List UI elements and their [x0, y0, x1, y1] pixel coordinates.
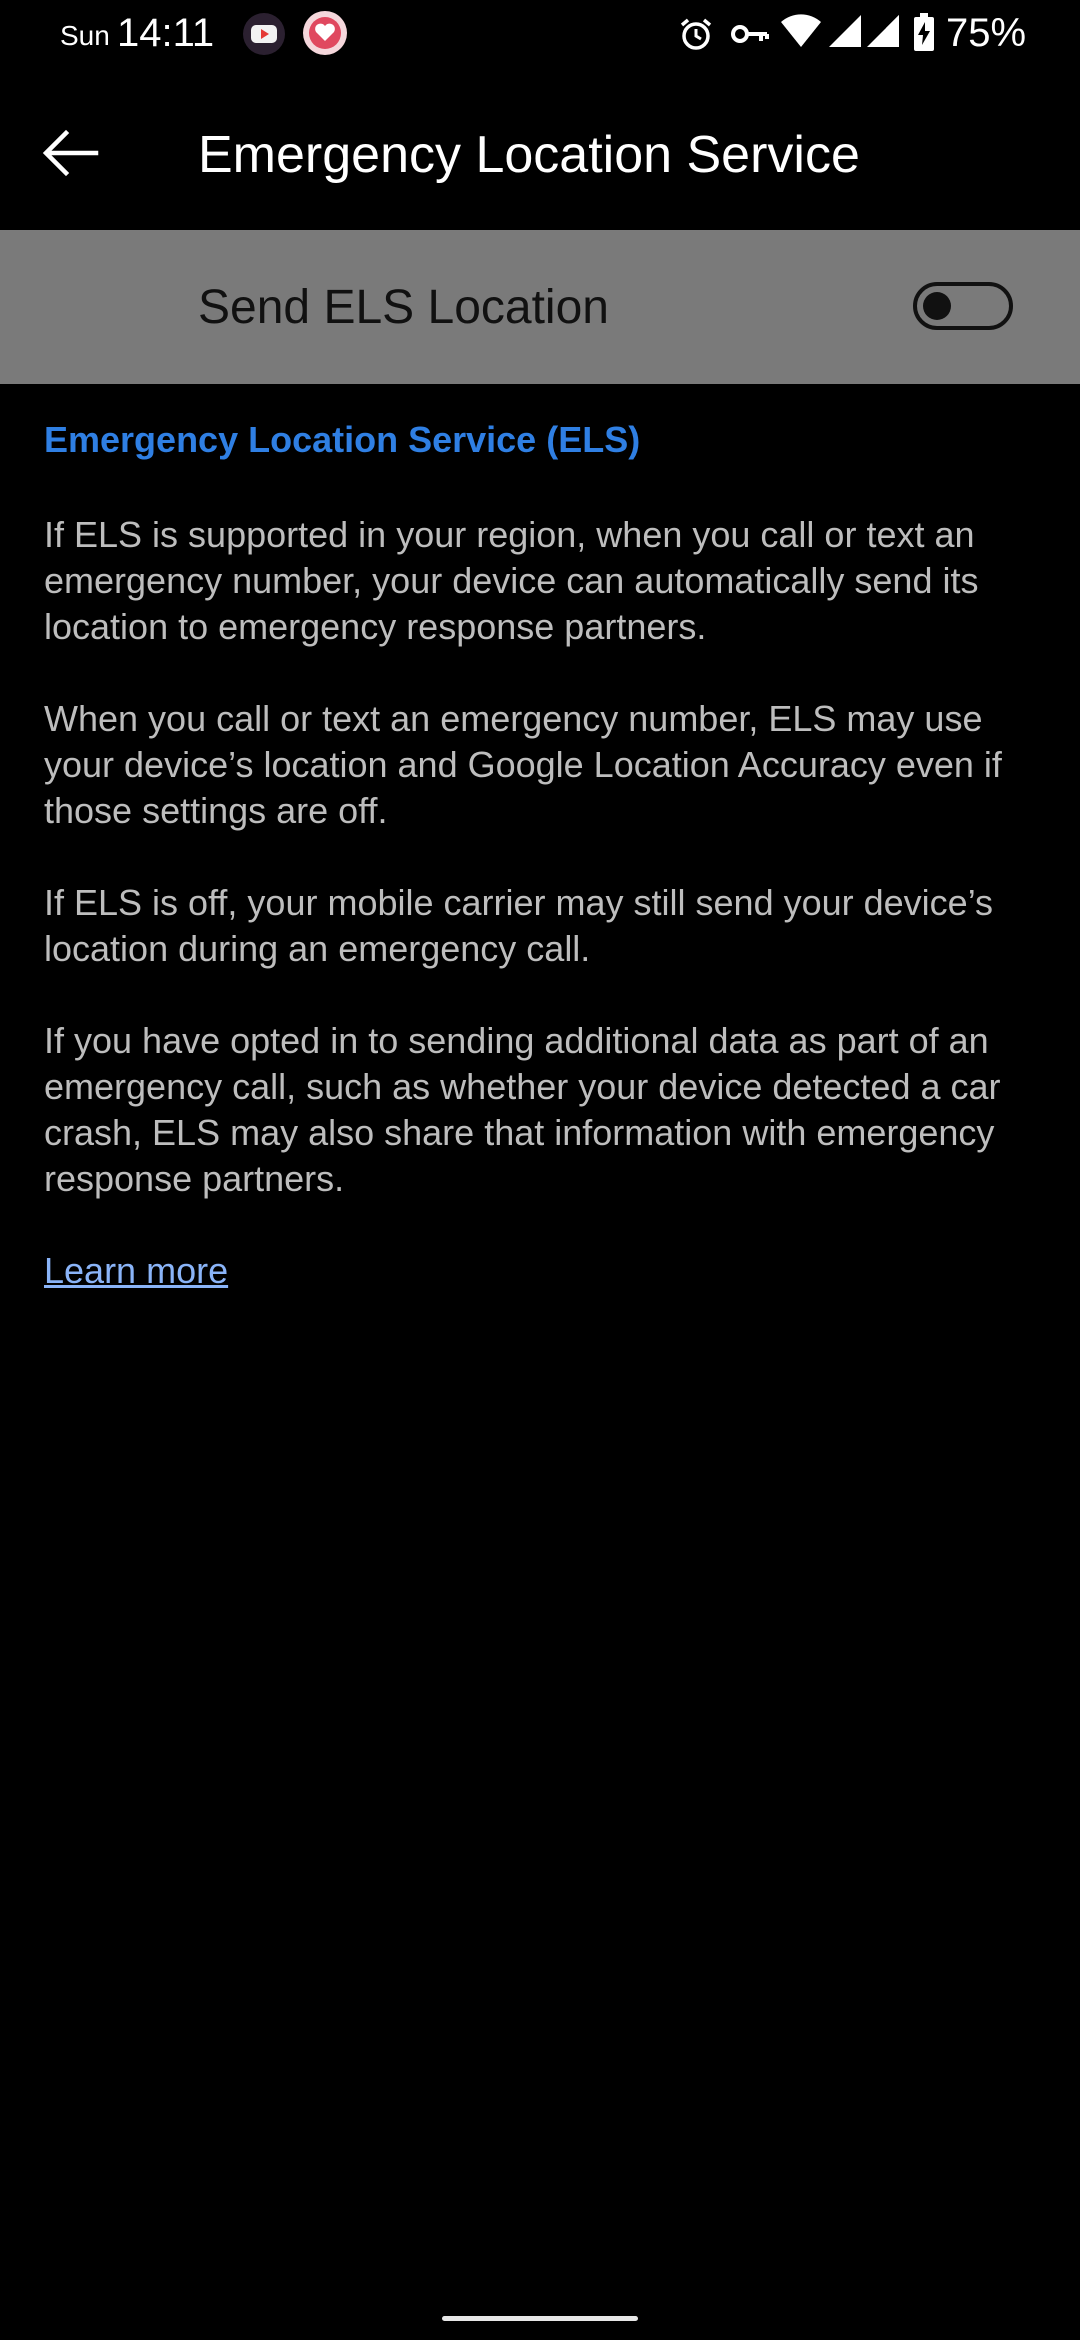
status-time: 14:11: [117, 11, 215, 55]
arrow-back-icon: [42, 129, 99, 177]
els-description: Emergency Location Service (ELS) If ELS …: [44, 410, 1044, 1294]
send-els-location-switch[interactable]: [913, 282, 1013, 330]
cell-signal-icon: [867, 15, 899, 47]
app-bar: Emergency Location Service: [0, 100, 1080, 212]
paragraph: If ELS is off, your mobile carrier may s…: [44, 882, 994, 969]
wifi-icon: [781, 14, 821, 47]
status-bar: Sun 14:11 75%: [0, 0, 1080, 68]
send-els-location-row[interactable]: Send ELS Location: [0, 230, 1080, 384]
switch-thumb: [923, 292, 951, 320]
heart-app-icon: [303, 11, 347, 55]
youtube-app-icon: [243, 13, 285, 55]
paragraph: When you call or text an emergency numbe…: [44, 698, 1002, 831]
paragraph: If you have opted in to sending addition…: [44, 1020, 1001, 1199]
section-heading: Emergency Location Service (ELS): [44, 419, 641, 460]
cell-signal-icon: [829, 15, 861, 47]
alarm-icon: [680, 18, 712, 50]
battery-charging-icon: [914, 13, 934, 51]
vpn-key-icon: [731, 25, 769, 43]
toggle-label: Send ELS Location: [198, 281, 609, 334]
status-day: Sun: [60, 20, 110, 51]
page-title: Emergency Location Service: [198, 126, 860, 184]
gesture-nav-handle[interactable]: [442, 2316, 638, 2321]
back-button[interactable]: [36, 118, 116, 188]
battery-percent: 75%: [946, 11, 1027, 55]
learn-more-link[interactable]: Learn more: [44, 1248, 228, 1294]
paragraph: If ELS is supported in your region, when…: [44, 514, 979, 647]
